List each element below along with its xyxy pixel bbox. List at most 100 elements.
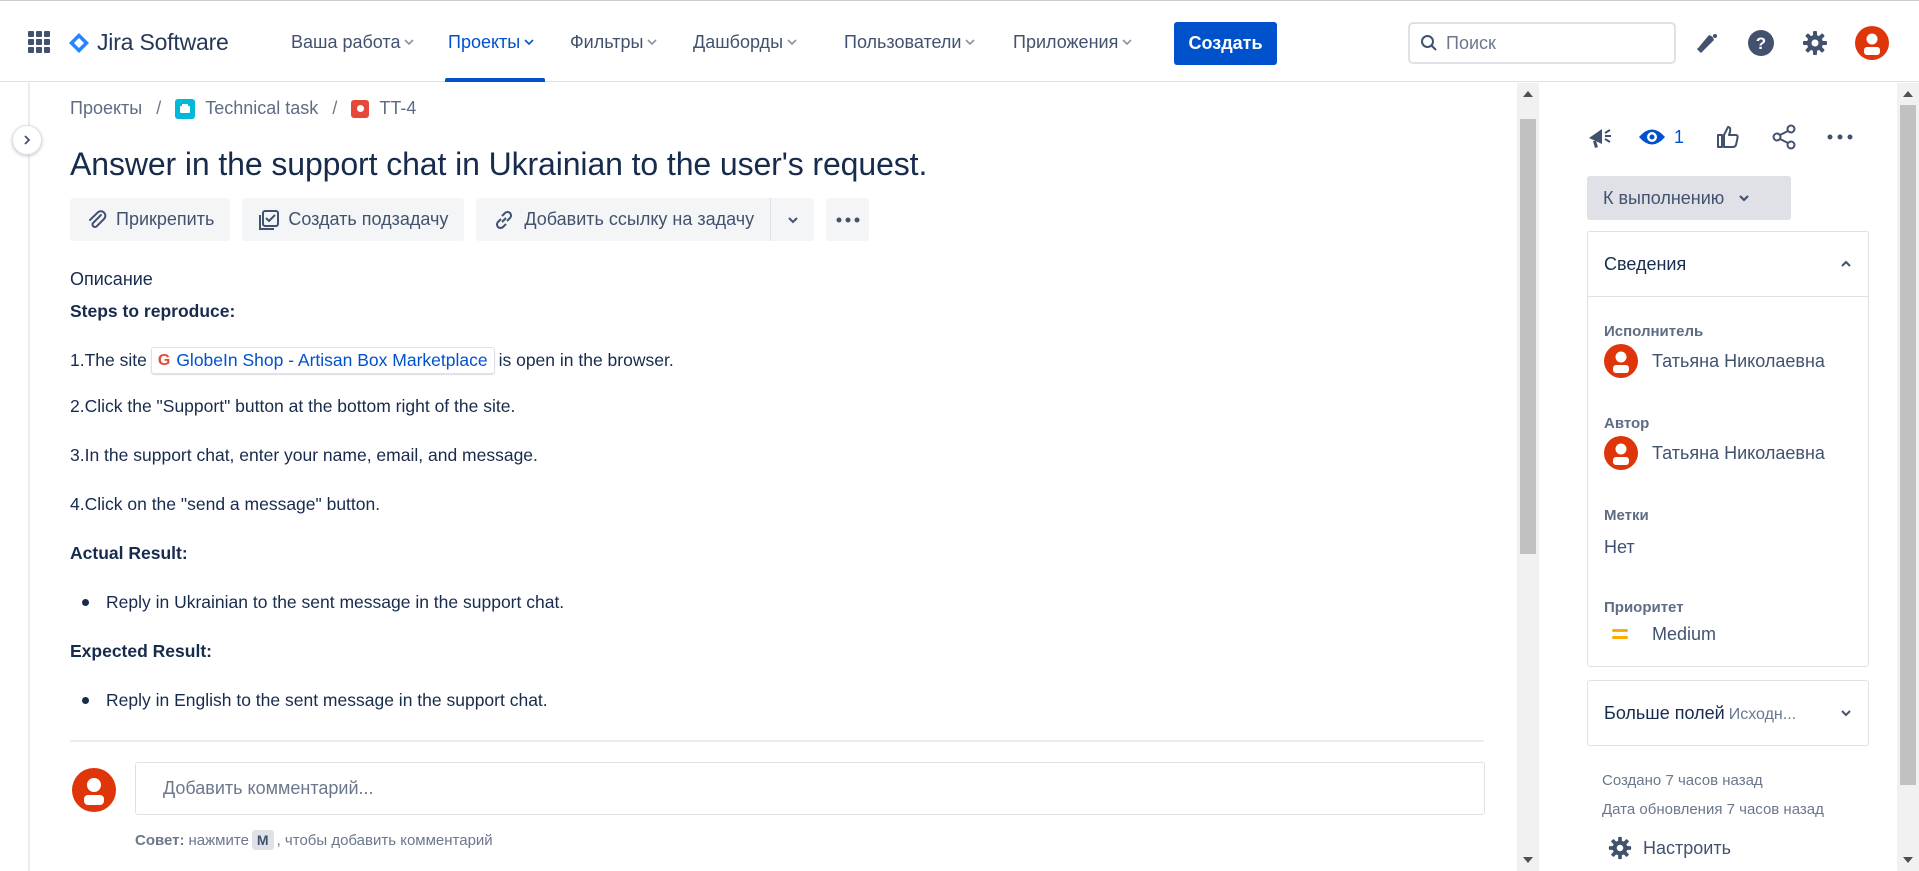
top-navigation: Jira Software Ваша работа Проекты Фильтр…: [0, 0, 1919, 82]
scroll-down-icon[interactable]: [1523, 857, 1533, 863]
nav-label: Фильтры: [570, 31, 644, 52]
tip-text: , чтобы добавить комментарий: [276, 831, 493, 849]
feedback-button[interactable]: [1580, 120, 1620, 154]
step-3: 3.In the support chat, enter your name, …: [70, 445, 538, 465]
comment-tip: Совет: нажмите M , чтобы добавить коммен…: [135, 830, 493, 850]
chevron-down-icon: [647, 39, 657, 46]
breadcrumb-issue-key[interactable]: TT-4: [351, 98, 416, 119]
nav-label: Дашборды: [693, 31, 783, 52]
scroll-up-icon[interactable]: [1523, 91, 1533, 97]
chevron-down-icon: [787, 216, 798, 223]
description-label: Описание: [70, 269, 153, 289]
nav-label: Ваша работа: [291, 31, 401, 52]
more-actions-button[interactable]: [1820, 120, 1860, 154]
more-fields-label: Больше полей: [1604, 702, 1725, 723]
assignee-field[interactable]: Татьяна Николаевна: [1604, 344, 1825, 378]
comment-input[interactable]: Добавить комментарий...: [135, 762, 1485, 815]
vote-button[interactable]: [1708, 120, 1748, 154]
reporter-field[interactable]: Татьяна Николаевна: [1604, 436, 1825, 470]
settings-icon[interactable]: [1800, 28, 1830, 58]
button-label: Прикрепить: [116, 209, 215, 229]
megaphone-icon: [1589, 129, 1611, 148]
step-2: 2.Click the "Support" button at the bott…: [70, 396, 516, 416]
breadcrumb-separator: /: [156, 98, 162, 118]
keyboard-shortcut: M: [251, 830, 274, 850]
chevron-up-icon: [1841, 260, 1851, 267]
active-nav-indicator: [445, 78, 545, 82]
search-input[interactable]: [1446, 32, 1656, 54]
priority-field[interactable]: Medium: [1604, 623, 1716, 645]
sidebar-edge: [28, 83, 30, 871]
assignee-label: Исполнитель: [1604, 323, 1704, 340]
nav-filters[interactable]: Фильтры: [570, 25, 657, 59]
link-text: GlobeIn Shop - Artisan Box Marketplace: [176, 350, 488, 370]
scrollbar-thumb[interactable]: [1900, 105, 1916, 785]
nav-dashboards[interactable]: Дашборды: [693, 25, 797, 59]
jira-logo[interactable]: Jira Software: [69, 29, 229, 56]
watch-button[interactable]: 1: [1638, 127, 1684, 148]
sidebar-scrollbar[interactable]: [1897, 83, 1919, 871]
expand-sidebar-button[interactable]: [12, 125, 42, 155]
more-fields-title: Больше полей Исходн...: [1604, 703, 1796, 724]
chevron-down-icon: [524, 39, 534, 46]
help-icon[interactable]: ?: [1746, 28, 1776, 58]
steps-heading: Steps to reproduce:: [70, 301, 236, 321]
issue-toolbar: Прикрепить Создать подзадачу Добавить сс…: [70, 198, 870, 241]
issue-title[interactable]: Answer in the support chat in Ukrainian …: [70, 146, 927, 183]
link-issue-group: Добавить ссылку на задачу: [476, 198, 815, 241]
breadcrumb-projects[interactable]: Проекты: [70, 98, 142, 119]
status-dropdown[interactable]: К выполнению: [1587, 176, 1791, 220]
scroll-up-icon[interactable]: [1903, 91, 1913, 97]
nav-your-work[interactable]: Ваша работа: [291, 25, 415, 59]
search-box[interactable]: [1408, 22, 1676, 64]
create-button[interactable]: Создать: [1174, 22, 1277, 65]
details-panel: Сведения Исполнитель Татьяна Николаевна …: [1587, 231, 1869, 667]
create-subtask-button[interactable]: Создать подзадачу: [242, 198, 465, 241]
breadcrumb-separator: /: [332, 98, 338, 118]
scrollbar-thumb[interactable]: [1520, 119, 1536, 554]
nav-projects[interactable]: Проекты: [448, 25, 534, 59]
step-text: 1.The site: [70, 350, 147, 370]
chevron-down-icon: [1841, 710, 1851, 717]
share-icon: [1772, 124, 1796, 150]
labels-field[interactable]: Нет: [1604, 537, 1635, 558]
priority-value: Medium: [1652, 623, 1717, 644]
commenter-avatar: [72, 768, 116, 812]
search-icon: [1421, 35, 1437, 51]
chevron-down-icon: [404, 39, 415, 46]
share-button[interactable]: [1764, 120, 1804, 154]
assignee-name: Татьяна Николаевна: [1652, 350, 1825, 371]
priority-label: Приоритет: [1604, 599, 1684, 616]
smart-link[interactable]: G GlobeIn Shop - Artisan Box Marketplace: [150, 347, 495, 374]
main-scrollbar[interactable]: [1517, 83, 1539, 871]
link-issue-button[interactable]: Добавить ссылку на задачу: [476, 198, 771, 241]
app-switcher-icon[interactable]: [28, 31, 50, 53]
notifications-icon[interactable]: [1692, 28, 1722, 58]
thumbs-up-icon: [1717, 126, 1739, 148]
more-fields-header[interactable]: Больше полей Исходн...: [1588, 681, 1868, 745]
tip-text: нажмите: [188, 831, 249, 849]
chevron-down-icon: [1739, 195, 1750, 202]
attach-button[interactable]: Прикрепить: [70, 198, 231, 241]
created-date: Создано 7 часов назад: [1602, 772, 1763, 789]
divider: [70, 740, 1484, 742]
user-avatar[interactable]: [1855, 26, 1889, 60]
nav-apps[interactable]: Приложения: [1013, 25, 1132, 59]
expected-result-item: Reply in English to the sent message in …: [82, 690, 548, 711]
nav-label: Проекты: [448, 31, 521, 52]
bug-icon: [351, 99, 370, 118]
scroll-down-icon[interactable]: [1903, 857, 1913, 863]
assignee-avatar: [1604, 344, 1638, 378]
nav-label: Пользователи: [844, 31, 962, 52]
link-issue-dropdown[interactable]: [770, 198, 815, 241]
breadcrumb-label: Technical task: [205, 98, 319, 118]
more-actions-button[interactable]: [826, 198, 870, 241]
configure-button[interactable]: Настроить: [1607, 835, 1731, 861]
breadcrumb-project[interactable]: Technical task: [175, 98, 318, 119]
details-header[interactable]: Сведения: [1588, 232, 1868, 296]
step-1: 1.The site G GlobeIn Shop - Artisan Box …: [70, 347, 674, 374]
tip-label: Совет:: [135, 831, 185, 849]
more-icon: [1827, 134, 1853, 140]
configure-label: Настроить: [1643, 837, 1731, 858]
nav-people[interactable]: Пользователи: [844, 25, 976, 59]
